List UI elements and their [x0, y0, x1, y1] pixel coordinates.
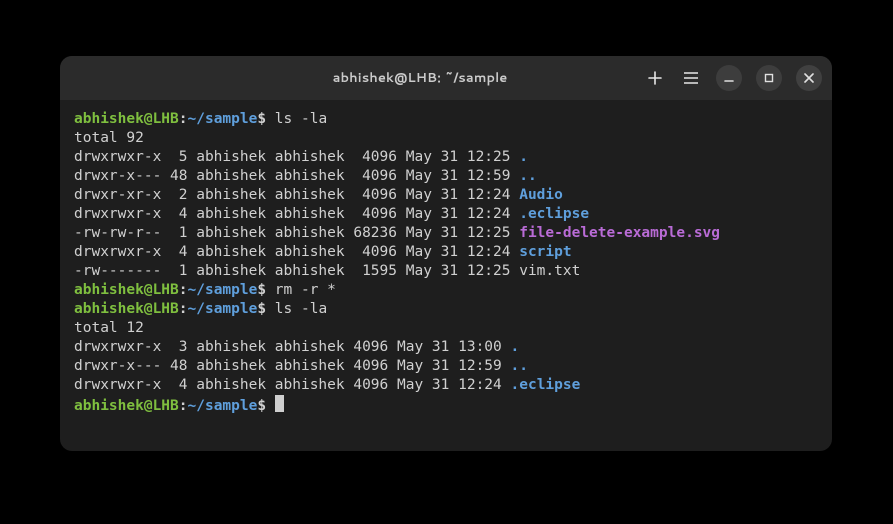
minimize-button[interactable]	[716, 65, 742, 91]
prompt-path: ~/sample	[188, 398, 258, 414]
ls-meta: -rw-rw-r-- 1 abhishek abhishek 68236 May…	[74, 225, 519, 241]
terminal-line: abhishek@LHB:~/sample$ ls -la	[74, 110, 818, 129]
prompt-colon: :	[179, 111, 188, 127]
prompt-sigil: $	[257, 398, 266, 414]
ls-meta: -rw------- 1 abhishek abhishek 1595 May …	[74, 263, 519, 279]
cursor	[275, 395, 284, 412]
titlebar: abhishek@LHB: ~/sample	[60, 56, 832, 100]
ls-dir-name: ..	[519, 168, 536, 184]
ls-meta: drwxrwxr-x 5 abhishek abhishek 4096 May …	[74, 149, 519, 165]
plus-icon	[648, 71, 662, 85]
ls-meta: drwxrwxr-x 4 abhishek abhishek 4096 May …	[74, 377, 511, 393]
prompt-user: abhishek@LHB	[74, 282, 179, 298]
ls-meta: drwxrwxr-x 4 abhishek abhishek 4096 May …	[74, 206, 519, 222]
prompt-colon: :	[179, 398, 188, 414]
ls-meta: drwxr-x--- 48 abhishek abhishek 4096 May…	[74, 168, 519, 184]
ls-name: vim.txt	[519, 263, 580, 279]
terminal-line: drwxrwxr-x 4 abhishek abhishek 4096 May …	[74, 376, 818, 395]
close-button[interactable]	[796, 65, 822, 91]
new-tab-button[interactable]	[644, 67, 666, 89]
prompt-sigil: $	[257, 301, 266, 317]
maximize-icon	[764, 73, 774, 83]
prompt-user: abhishek@LHB	[74, 398, 179, 414]
prompt-colon: :	[179, 301, 188, 317]
terminal-line: drwxr-x--- 48 abhishek abhishek 4096 May…	[74, 167, 818, 186]
prompt-colon: :	[179, 282, 188, 298]
command: ls -la	[266, 111, 327, 127]
command: ls -la	[266, 301, 327, 317]
ls-dir-name: Audio	[519, 187, 563, 203]
ls-dir-name: .	[511, 339, 520, 355]
ls-dir-name: .	[519, 149, 528, 165]
ls-file-name: file-delete-example.svg	[519, 225, 720, 241]
terminal-line: drwxrwxr-x 3 abhishek abhishek 4096 May …	[74, 338, 818, 357]
terminal-line: abhishek@LHB:~/sample$ ls -la	[74, 300, 818, 319]
command	[266, 398, 275, 414]
window-title: abhishek@LHB: ~/sample	[196, 69, 644, 87]
ls-meta: drwxr-xr-x 2 abhishek abhishek 4096 May …	[74, 187, 519, 203]
hamburger-menu-button[interactable]	[680, 67, 702, 89]
terminal-line: -rw-rw-r-- 1 abhishek abhishek 68236 May…	[74, 224, 818, 243]
terminal-body[interactable]: abhishek@LHB:~/sample$ ls -latotal 92drw…	[60, 100, 832, 451]
terminal-line: drwxrwxr-x 4 abhishek abhishek 4096 May …	[74, 243, 818, 262]
prompt-user: abhishek@LHB	[74, 301, 179, 317]
prompt-user: abhishek@LHB	[74, 111, 179, 127]
ls-total: total 92	[74, 130, 144, 146]
prompt-path: ~/sample	[188, 111, 258, 127]
ls-dir-name: .eclipse	[511, 377, 581, 393]
terminal-line: drwxrwxr-x 5 abhishek abhishek 4096 May …	[74, 148, 818, 167]
close-icon	[804, 73, 814, 83]
terminal-line: drwxr-xr-x 2 abhishek abhishek 4096 May …	[74, 186, 818, 205]
hamburger-icon	[684, 72, 698, 84]
minimize-icon	[724, 73, 734, 83]
ls-meta: drwxrwxr-x 3 abhishek abhishek 4096 May …	[74, 339, 511, 355]
prompt-sigil: $	[257, 282, 266, 298]
terminal-line: drwxrwxr-x 4 abhishek abhishek 4096 May …	[74, 205, 818, 224]
prompt-sigil: $	[257, 111, 266, 127]
command: rm -r *	[266, 282, 336, 298]
terminal-line: drwxr-x--- 48 abhishek abhishek 4096 May…	[74, 357, 818, 376]
terminal-line: -rw------- 1 abhishek abhishek 1595 May …	[74, 262, 818, 281]
terminal-line: abhishek@LHB:~/sample$	[74, 395, 818, 416]
maximize-button[interactable]	[756, 65, 782, 91]
prompt-path: ~/sample	[188, 282, 258, 298]
titlebar-controls	[644, 65, 822, 91]
ls-total: total 12	[74, 320, 144, 336]
terminal-window: abhishek@LHB: ~/sample abhishek@LHB:~/sa…	[60, 56, 832, 451]
terminal-line: abhishek@LHB:~/sample$ rm -r *	[74, 281, 818, 300]
terminal-line: total 12	[74, 319, 818, 338]
ls-meta: drwxrwxr-x 4 abhishek abhishek 4096 May …	[74, 244, 519, 260]
prompt-path: ~/sample	[188, 301, 258, 317]
ls-meta: drwxr-x--- 48 abhishek abhishek 4096 May…	[74, 358, 511, 374]
terminal-line: total 92	[74, 129, 818, 148]
ls-dir-name: ..	[511, 358, 528, 374]
ls-dir-name: .eclipse	[519, 206, 589, 222]
ls-dir-name: script	[519, 244, 571, 260]
